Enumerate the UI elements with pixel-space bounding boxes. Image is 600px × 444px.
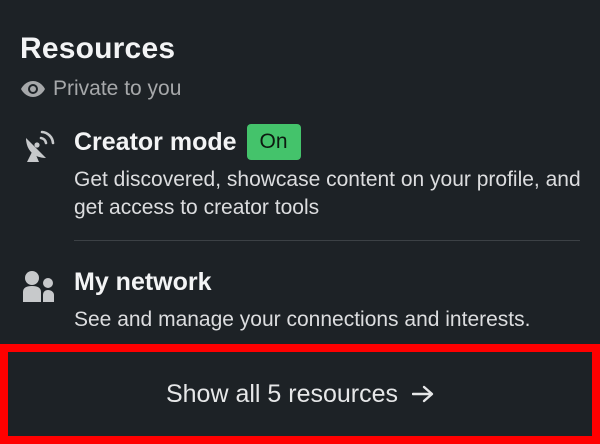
status-badge: On: [246, 124, 301, 160]
resource-item-description: Get discovered, showcase content on your…: [74, 168, 581, 219]
resource-item-description: See and manage your connections and inte…: [74, 308, 531, 331]
section-title: Resources: [20, 32, 176, 65]
resources-card: Resources Private to you Creator mode On…: [0, 0, 600, 444]
satellite-dish-icon: [26, 130, 55, 162]
show-all-resources-button[interactable]: Show all 5 resources: [8, 352, 592, 436]
arrow-right-icon: [412, 385, 434, 403]
divider: [74, 240, 580, 241]
show-all-footer: Show all 5 resources: [0, 344, 600, 444]
visibility-text: Private to you: [53, 77, 182, 100]
show-all-label: Show all 5 resources: [165, 379, 399, 408]
resource-item-name: My network: [74, 267, 212, 296]
resource-item-name: Creator mode: [74, 127, 237, 156]
resource-item-head: My network: [74, 262, 212, 302]
visibility-note: Private to you: [20, 76, 181, 102]
eye-icon: [21, 81, 45, 97]
people-icon: [23, 271, 54, 302]
resource-item-head: Creator mode On: [74, 122, 301, 162]
